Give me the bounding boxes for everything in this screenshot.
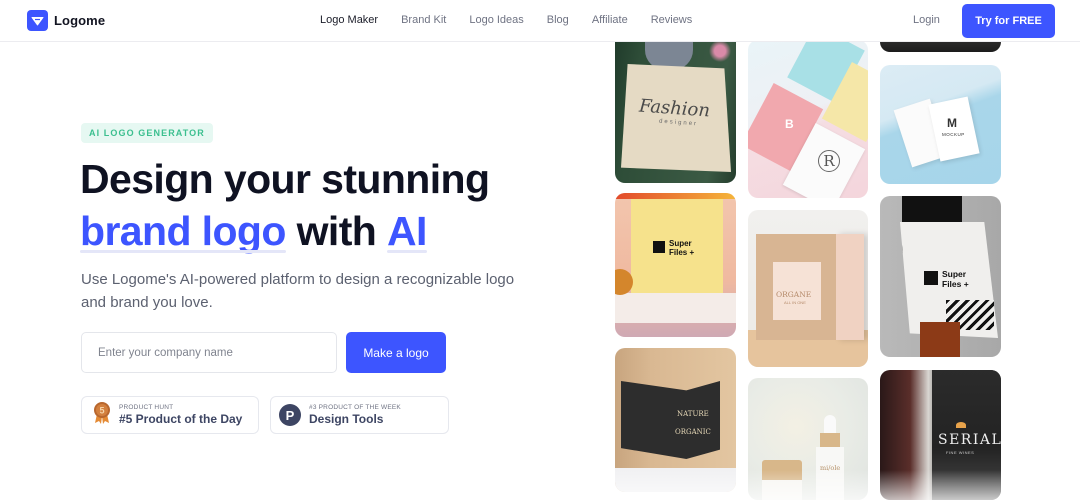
- bee-logo-mark: [956, 422, 966, 428]
- try-for-free-button[interactable]: Try for FREE: [962, 4, 1055, 38]
- headline-line-1: Design your stunning: [80, 156, 490, 202]
- make-a-logo-button[interactable]: Make a logo: [346, 332, 446, 373]
- dropper-top-shape: [824, 415, 836, 433]
- gallery-tile-mockup-cards: M MOCKUP: [880, 65, 1001, 184]
- headline-with: with: [296, 208, 377, 254]
- tile-subtext: ALL IN ONE: [784, 300, 806, 305]
- super-files-logo-mark: [924, 271, 938, 285]
- nav-logo-maker[interactable]: Logo Maker: [320, 14, 378, 26]
- hero-subtitle: Use Logome's AI-powered platform to desi…: [81, 271, 515, 311]
- tile-text: B: [785, 117, 794, 131]
- gallery-tile-organe-bag: ORGANE ALL IN ONE: [748, 210, 868, 367]
- surface-shape: [615, 468, 736, 492]
- nav-affiliate[interactable]: Affiliate: [592, 14, 628, 26]
- gallery-tile-serial-wine: SERIAL FINE WINES: [880, 370, 1001, 500]
- medal-icon: 5: [93, 401, 111, 430]
- tile-subtext: ORGANIC: [675, 428, 711, 436]
- nav-brand-kit[interactable]: Brand Kit: [401, 14, 446, 26]
- gallery-tile-super-files-tote: Super Files +: [880, 196, 1001, 357]
- headline-accent-brand-logo: brand logo: [80, 208, 286, 254]
- tile-subtext: MOCKUP: [942, 132, 965, 137]
- product-hunt-icon: P: [279, 404, 301, 426]
- tile-text: mi/ole: [820, 464, 841, 472]
- pants-shape: [920, 322, 960, 357]
- headline-accent-ai: AI: [387, 208, 427, 254]
- headline-line-2: brand logo with AI: [80, 206, 427, 256]
- badge-text: #3 PRODUCT OF THE WEEK Design Tools: [309, 403, 401, 427]
- gallery-tile-brand-business-cards: B R: [748, 40, 868, 198]
- jar-lid-shape: [762, 460, 802, 480]
- nav-blog[interactable]: Blog: [547, 14, 569, 26]
- tile-text: Super: [942, 269, 967, 279]
- gallery-tile-nature-organic-box: NATURE ORGANIC: [615, 348, 736, 492]
- tile-text: Super: [669, 239, 692, 248]
- login-link[interactable]: Login: [913, 14, 940, 26]
- product-hunt-week-badge[interactable]: P #3 PRODUCT OF THE WEEK Design Tools: [270, 396, 449, 434]
- logome-logo-icon: [27, 10, 48, 31]
- ai-logo-generator-badge: AI LOGO GENERATOR: [81, 123, 213, 143]
- nav-logo-ideas[interactable]: Logo Ideas: [469, 14, 523, 26]
- gallery-tile-mi-jole-skincare: mi/ole: [748, 378, 868, 500]
- badge-title: Design Tools: [309, 412, 384, 426]
- tile-subtext: FINE WINES: [946, 450, 975, 455]
- tile-subtext: Files +: [669, 248, 695, 257]
- pink-bag-shape: [836, 234, 864, 340]
- main-nav: Logo Maker Brand Kit Logo Ideas Blog Aff…: [320, 14, 715, 26]
- dropper-collar-shape: [820, 433, 840, 447]
- svg-text:5: 5: [99, 405, 104, 415]
- tile-text: ORGANE: [776, 290, 812, 299]
- gallery-tile-super-files-box: Super Files +: [615, 193, 736, 337]
- table-surface: [615, 293, 736, 323]
- super-files-logo-mark: [653, 241, 665, 253]
- badge-caption: PRODUCT HUNT: [119, 404, 174, 411]
- tile-text: SERIAL: [938, 432, 1001, 448]
- product-hunt-day-badge[interactable]: 5 PRODUCT HUNT #5 Product of the Day: [81, 396, 259, 434]
- badge-title: #5 Product of the Day: [119, 412, 243, 426]
- dark-label-shape: [621, 381, 720, 459]
- company-name-input[interactable]: [81, 332, 337, 373]
- brand-name: Logome: [54, 13, 106, 28]
- tile-text: M: [947, 116, 957, 130]
- nav-reviews[interactable]: Reviews: [651, 14, 693, 26]
- gallery-tile-fashion-tote: Fashion designer: [615, 30, 736, 183]
- tile-subtext: R: [818, 150, 840, 172]
- badge-caption: #3 PRODUCT OF THE WEEK: [309, 404, 401, 411]
- bottle-body-shape: [816, 447, 844, 500]
- jar-body-shape: [762, 480, 802, 500]
- badge-text: PRODUCT HUNT #5 Product of the Day: [119, 403, 242, 427]
- tile-text: NATURE: [677, 410, 709, 418]
- tile-subtext: Files +: [942, 279, 969, 289]
- brand-logo-link[interactable]: Logome: [27, 10, 105, 31]
- top-navigation-bar: Logome Logo Maker Brand Kit Logo Ideas B…: [0, 0, 1080, 42]
